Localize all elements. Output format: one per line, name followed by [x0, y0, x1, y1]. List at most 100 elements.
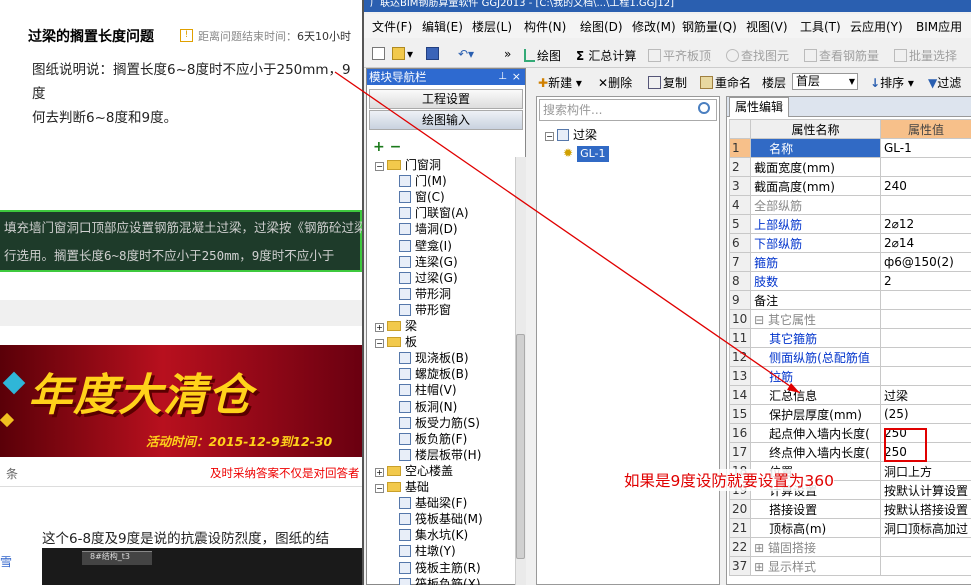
collapse-icon[interactable]: − — [375, 339, 384, 349]
property-row[interactable]: 20 搭接设置 按默认搭接设置 — [728, 499, 971, 519]
property-row[interactable]: 17 终点伸入墙内长度(250 — [728, 442, 971, 462]
property-value[interactable] — [879, 195, 971, 215]
property-row[interactable]: 6 下部纵筋 2⌀14 — [728, 233, 971, 253]
property-value[interactable]: 240 — [879, 176, 971, 196]
menu-item[interactable]: 工具(T) — [800, 18, 841, 35]
rename-button[interactable]: 重命名 — [700, 74, 751, 91]
property-value[interactable] — [879, 366, 971, 386]
promo-banner[interactable]: 年度大清仓 活动时间：2015-12-9到12-30 — [0, 345, 362, 457]
collapse-icon[interactable]: − — [375, 484, 384, 493]
find-element-button[interactable]: 查找图元 — [726, 47, 789, 64]
property-value[interactable]: ф6@150(2) — [879, 252, 971, 272]
search-icon[interactable] — [698, 102, 710, 114]
property-row[interactable]: 11 其它箍筋 — [728, 328, 971, 348]
nav-tree-item[interactable]: 基础梁(F) — [399, 495, 467, 511]
expand-icon[interactable]: + — [375, 323, 384, 332]
nav-scroll-thumb[interactable] — [516, 334, 525, 559]
nav-tree-folder[interactable]: − 板 — [375, 334, 417, 350]
draw-button[interactable]: 绘图 — [524, 47, 561, 64]
menu-item[interactable]: 修改(M) — [632, 18, 676, 35]
nav-tree-item[interactable]: 板受力筋(S) — [399, 415, 480, 431]
menu-item[interactable]: 绘图(D) — [580, 18, 623, 35]
collapse-icon[interactable]: − — [545, 132, 554, 141]
property-value[interactable]: 洞口上方 — [879, 461, 971, 481]
property-row[interactable]: 9 备注 — [728, 290, 971, 310]
collapse-icon[interactable]: − — [375, 162, 384, 171]
property-value[interactable] — [879, 328, 971, 348]
nav-tree-folder[interactable]: + 空心楼盖 — [375, 463, 453, 479]
menu-item[interactable]: 编辑(E) — [422, 18, 463, 35]
property-value[interactable] — [879, 347, 971, 367]
pin-icon[interactable]: ⊥ — [498, 69, 507, 85]
property-value[interactable]: 按默认计算设置 — [879, 480, 971, 500]
property-row[interactable]: 12 侧面纵筋(总配筋值 — [728, 347, 971, 367]
nav-tree-item[interactable]: 柱帽(V) — [399, 382, 457, 398]
nav-tree-folder[interactable]: − 基础 — [375, 479, 429, 495]
menu-item[interactable]: 构件(N) — [524, 18, 566, 35]
nav-tree-item[interactable]: 门(M) — [399, 173, 447, 189]
nav-tree-item[interactable]: 楼层板带(H) — [399, 447, 481, 463]
property-row[interactable]: 22 ⊞ 锚固搭接 — [728, 537, 971, 557]
property-row[interactable]: 15 保护层厚度(mm) (25) — [728, 404, 971, 424]
nav-tree-item[interactable]: 连梁(G) — [399, 254, 458, 270]
property-row[interactable]: 37 ⊞ 显示样式 — [728, 556, 971, 576]
tab-property-edit[interactable]: 属性编辑 — [729, 97, 789, 117]
save-icon[interactable] — [426, 47, 441, 61]
sum-calc-button[interactable]: Σ 汇总计算 — [576, 47, 636, 64]
nav-tree-item[interactable]: 带形洞 — [399, 286, 451, 302]
nav-tree-item[interactable]: 筏板负筋(X) — [399, 576, 481, 585]
tree-root-lintel[interactable]: − 过梁 — [545, 127, 597, 143]
project-settings-button[interactable]: 工程设置 — [369, 89, 523, 109]
nav-tree-item[interactable]: 现浇板(B) — [399, 350, 469, 366]
property-value[interactable] — [879, 556, 971, 576]
search-input[interactable]: 搜索构件... — [539, 99, 717, 121]
nav-tree-item[interactable]: 窗(C) — [399, 189, 445, 205]
batch-select-button[interactable]: 批量选择 — [894, 47, 957, 64]
property-value[interactable] — [879, 537, 971, 557]
floor-select[interactable]: 首层 ▼ — [792, 73, 858, 90]
nav-tree-item[interactable]: 筏板主筋(R) — [399, 560, 481, 576]
property-value[interactable] — [879, 290, 971, 310]
open-folder-icon[interactable]: ▾ — [392, 47, 413, 61]
nav-tree-item[interactable]: 柱墩(Y) — [399, 543, 456, 559]
menu-item[interactable]: 楼层(L) — [472, 18, 512, 35]
property-row[interactable]: 13 拉筋 — [728, 366, 971, 386]
answer-screenshot[interactable]: 8#结构_t3 — [42, 548, 362, 585]
nav-tree-item[interactable]: 板负筋(F) — [399, 431, 467, 447]
nav-tree-item[interactable]: 螺旋板(B) — [399, 366, 469, 382]
property-value[interactable] — [879, 309, 971, 329]
view-rebar-button[interactable]: 查看钢筋量 — [804, 47, 879, 64]
property-row[interactable]: 14 汇总信息 过梁 — [728, 385, 971, 405]
nav-tree-item[interactable]: 集水坑(K) — [399, 527, 468, 543]
property-value[interactable]: 2⌀12 — [879, 214, 971, 234]
property-value[interactable]: GL-1 — [879, 138, 971, 158]
property-value[interactable] — [879, 157, 971, 177]
menu-item[interactable]: BIM应用 — [916, 18, 962, 35]
nav-tree-item[interactable]: 门联窗(A) — [399, 205, 469, 221]
property-value[interactable]: 洞口顶标高加过 — [879, 518, 971, 538]
nav-tree-item[interactable]: 带形窗 — [399, 302, 451, 318]
new-file-icon[interactable] — [372, 47, 387, 61]
property-row[interactable]: 2 截面宽度(mm) — [728, 157, 971, 177]
property-row[interactable]: 16 起点伸入墙内长度(250 — [728, 423, 971, 443]
property-value[interactable]: 2⌀14 — [879, 233, 971, 253]
property-row[interactable]: 3 截面高度(mm) 240 — [728, 176, 971, 196]
nav-tree-folder[interactable]: − 门窗洞 — [375, 157, 441, 173]
property-row[interactable]: 7 箍筋 ф6@150(2) — [728, 252, 971, 272]
nav-tree-item[interactable]: 板洞(N) — [399, 399, 457, 415]
property-row[interactable]: 1 名称 GL-1 — [728, 138, 971, 158]
nav-tree-item[interactable]: 墙洞(D) — [399, 221, 458, 237]
copy-button[interactable]: 复制 — [648, 74, 687, 91]
nav-tree-item[interactable]: 过梁(G) — [399, 270, 458, 286]
property-row[interactable]: 5 上部纵筋 2⌀12 — [728, 214, 971, 234]
nav-tree-item[interactable]: 筏板基础(M) — [399, 511, 483, 527]
new-button[interactable]: ✚新建 ▾ — [538, 74, 582, 91]
menu-item[interactable]: 视图(V) — [746, 18, 788, 35]
menu-item[interactable]: 钢筋量(Q) — [682, 18, 737, 35]
menu-item[interactable]: 云应用(Y) — [850, 18, 903, 35]
nav-tree-item[interactable]: 壁龛(I) — [399, 238, 452, 254]
property-row[interactable]: 10 ⊟ 其它属性 — [728, 309, 971, 329]
component-item[interactable]: ✹ GL-1 — [563, 145, 609, 162]
drawing-input-button[interactable]: 绘图输入 — [369, 110, 523, 130]
expand-icon[interactable]: + — [375, 467, 384, 477]
